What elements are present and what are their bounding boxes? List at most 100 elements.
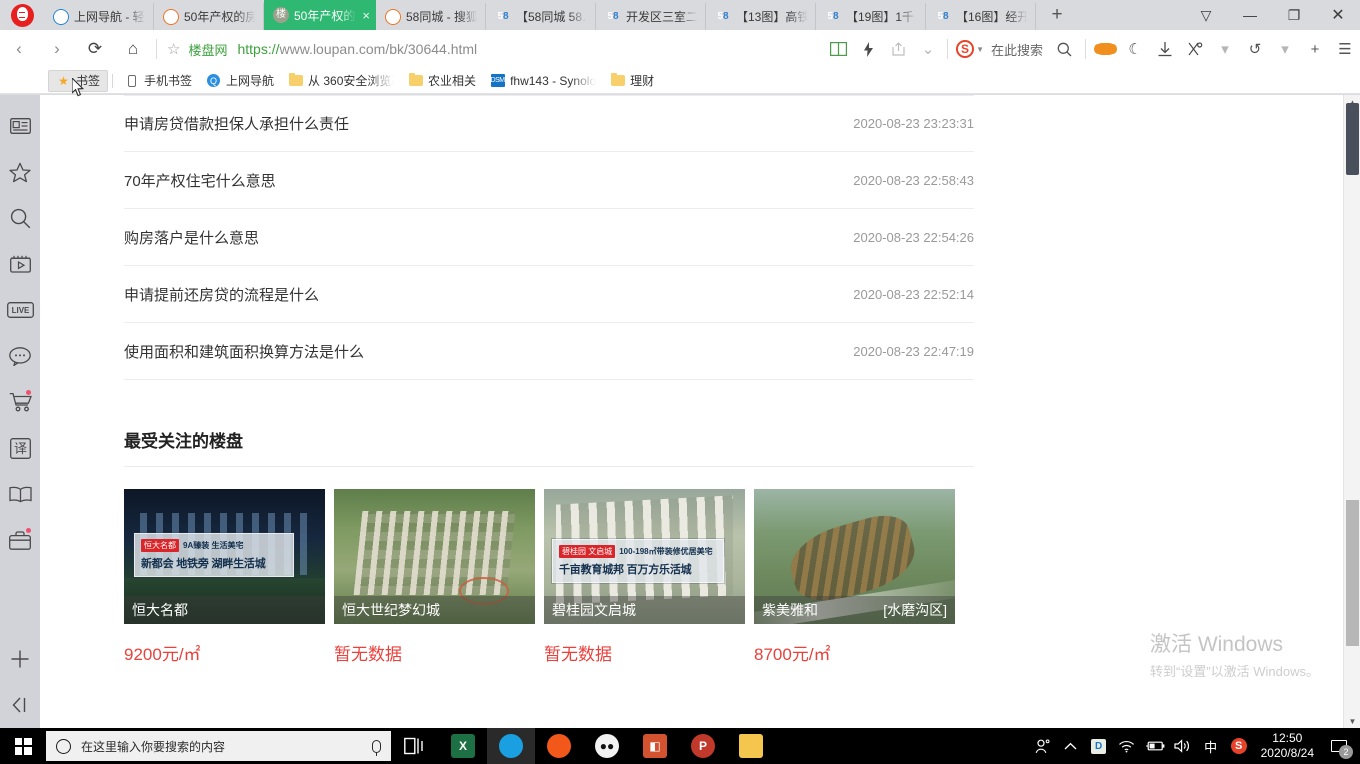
- vertical-scrollbar[interactable]: ▲ ▼: [1343, 95, 1360, 728]
- live-icon[interactable]: LIVE: [0, 287, 40, 333]
- wifi-icon[interactable]: [1113, 728, 1141, 764]
- share-icon[interactable]: [883, 30, 913, 68]
- property-image[interactable]: 碧桂园 文启城 100-198㎡带装修优居美宅 千亩教育城邦 百万方乐活城 碧桂…: [544, 489, 745, 624]
- task-view-icon[interactable]: [391, 728, 439, 764]
- dingtalk-icon[interactable]: D: [1085, 728, 1113, 764]
- search-input[interactable]: 在此搜索: [991, 40, 1043, 59]
- taskbar-app-excel[interactable]: X: [439, 728, 487, 764]
- list-item[interactable]: 使用面积和建筑面积换算方法是什么 2020-08-23 22:47:19: [124, 323, 974, 380]
- chevron-down-icon[interactable]: ⌄: [913, 30, 943, 68]
- scrollbar-thumb[interactable]: [1346, 103, 1359, 175]
- browser-tab-4[interactable]: S 58同城 - 搜狐: [376, 3, 486, 30]
- briefcase-icon[interactable]: [0, 517, 40, 563]
- taskbar-search-box[interactable]: 在这里输入你要搜索的内容: [46, 731, 391, 761]
- taskbar-app-file-explorer[interactable]: [727, 728, 775, 764]
- article-title[interactable]: 申请房贷借款担保人承担什么责任: [124, 113, 349, 134]
- bookmark-manager-button[interactable]: ★ 书签: [48, 69, 109, 92]
- forward-icon[interactable]: ›: [38, 30, 76, 68]
- gamepad-icon[interactable]: [1090, 30, 1120, 68]
- sogou-search-icon[interactable]: S: [956, 40, 975, 58]
- scroll-down-icon[interactable]: ▼: [1344, 714, 1360, 728]
- bookmark-star-icon[interactable]: ☆: [167, 40, 180, 58]
- add-tool-icon[interactable]: +: [1300, 30, 1330, 68]
- close-tab-icon[interactable]: ×: [362, 8, 370, 23]
- taskbar-app-thunder[interactable]: [535, 728, 583, 764]
- news-icon[interactable]: [0, 103, 40, 149]
- search-engine-chevron-icon[interactable]: ▼: [976, 45, 984, 54]
- menu-icon[interactable]: ☰: [1330, 30, 1360, 68]
- list-item[interactable]: 购房落户是什么意思 2020-08-23 22:54:26: [124, 209, 974, 266]
- rabbit-logo-icon[interactable]: [0, 0, 44, 30]
- search-box[interactable]: S ▼ 在此搜索: [952, 30, 1047, 68]
- chat-icon[interactable]: [0, 333, 40, 379]
- property-image[interactable]: 恒大世纪梦幻城: [334, 489, 535, 624]
- video-icon[interactable]: [0, 241, 40, 287]
- property-card-4[interactable]: 紫美雅和 [水磨沟区] 8700元/㎡: [754, 489, 955, 665]
- new-tab-button[interactable]: +: [1036, 0, 1078, 30]
- show-hidden-icons-icon[interactable]: [1057, 728, 1085, 764]
- browser-tab-6[interactable]: 58 开发区三室二: [596, 3, 706, 30]
- volume-icon[interactable]: [1169, 728, 1197, 764]
- browser-tab-1[interactable]: e 上网导航 - 轻: [44, 3, 154, 30]
- favorites-star-icon[interactable]: [0, 149, 40, 195]
- taskbar-clock[interactable]: 12:50 2020/8/24: [1253, 731, 1322, 761]
- reload-icon[interactable]: ⟳: [76, 30, 114, 68]
- capture-scissors-icon[interactable]: [1180, 30, 1210, 68]
- browser-tab-7[interactable]: 58 【13图】高铁: [706, 3, 816, 30]
- notification-center-button[interactable]: 2: [1322, 728, 1356, 764]
- bookmark-folder-360[interactable]: 从 360安全浏览器: [281, 70, 401, 92]
- skin-icon[interactable]: ▽: [1184, 0, 1228, 30]
- taskbar-app-potplayer[interactable]: ●●: [583, 728, 631, 764]
- people-icon[interactable]: [1029, 728, 1057, 764]
- minimize-button[interactable]: —: [1228, 0, 1272, 30]
- taskbar-app-powerpoint[interactable]: P: [679, 728, 727, 764]
- maximize-button[interactable]: ❐: [1272, 0, 1316, 30]
- bookmark-item-nav[interactable]: Q 上网导航: [199, 70, 281, 92]
- search-icon[interactable]: [1047, 30, 1081, 68]
- microphone-icon[interactable]: [372, 739, 381, 756]
- property-image[interactable]: 恒大名都 9A臻装 生活美宅 新都会 地铁旁 湖畔生活城 恒大名都: [124, 489, 325, 624]
- back-icon[interactable]: ‹: [0, 30, 38, 68]
- property-card-2[interactable]: 恒大世纪梦幻城 暂无数据: [334, 489, 535, 665]
- bookmark-folder-agriculture[interactable]: 农业相关: [401, 70, 483, 92]
- lightning-icon[interactable]: [853, 30, 883, 68]
- address-bar[interactable]: ☆ 楼盘网 https://www.loupan.com/bk/30644.ht…: [161, 30, 823, 68]
- article-title[interactable]: 申请提前还房贷的流程是什么: [124, 284, 319, 305]
- scrollbar-inner-thumb[interactable]: [1346, 500, 1359, 646]
- taskbar-app-sogou-browser[interactable]: [487, 728, 535, 764]
- start-button[interactable]: [0, 728, 46, 764]
- bookmark-item-phone[interactable]: 手机书签: [117, 70, 199, 92]
- browser-tab-2[interactable]: S 50年产权的房: [154, 3, 264, 30]
- history-chevron-icon[interactable]: ▾: [1270, 30, 1300, 68]
- bookmark-folder-finance[interactable]: 理财: [603, 70, 661, 92]
- search-input[interactable]: 在这里输入你要搜索的内容: [81, 738, 372, 755]
- list-item[interactable]: 申请房贷借款担保人承担什么责任 2020-08-23 23:23:31: [124, 95, 974, 152]
- browser-tab-5[interactable]: 58 【58同城 58…: [486, 3, 596, 30]
- property-card-3[interactable]: 碧桂园 文启城 100-198㎡带装修优居美宅 千亩教育城邦 百万方乐活城 碧桂…: [544, 489, 745, 665]
- bookmark-item-synology[interactable]: DSM fhw143 - Synology: [483, 70, 603, 92]
- search-icon[interactable]: [0, 195, 40, 241]
- collapse-rail-icon[interactable]: [0, 682, 40, 728]
- night-mode-icon[interactable]: ☾: [1120, 30, 1150, 68]
- ime-icon[interactable]: 中: [1197, 728, 1225, 764]
- property-card-1[interactable]: 恒大名都 9A臻装 生活美宅 新都会 地铁旁 湖畔生活城 恒大名都 9200元/…: [124, 489, 325, 665]
- reader-mode-icon[interactable]: [823, 30, 853, 68]
- battery-icon[interactable]: [1141, 728, 1169, 764]
- capture-chevron-icon[interactable]: ▾: [1210, 30, 1240, 68]
- list-item[interactable]: 申请提前还房贷的流程是什么 2020-08-23 22:52:14: [124, 266, 974, 323]
- article-title[interactable]: 70年产权住宅什么意思: [124, 170, 276, 191]
- article-title[interactable]: 使用面积和建筑面积换算方法是什么: [124, 341, 364, 362]
- home-icon[interactable]: ⌂: [114, 30, 152, 68]
- close-window-button[interactable]: ✕: [1316, 0, 1360, 30]
- browser-tab-9[interactable]: 58 【16图】经开: [926, 3, 1036, 30]
- browser-tab-3-active[interactable]: 楼 50年产权的房 ×: [264, 0, 376, 30]
- translate-icon[interactable]: 译: [0, 425, 40, 471]
- shopping-cart-icon[interactable]: [0, 379, 40, 425]
- list-item[interactable]: 70年产权住宅什么意思 2020-08-23 22:58:43: [124, 152, 974, 209]
- reading-icon[interactable]: [0, 471, 40, 517]
- history-undo-icon[interactable]: ↺: [1240, 30, 1270, 68]
- article-title[interactable]: 购房落户是什么意思: [124, 227, 259, 248]
- download-icon[interactable]: [1150, 30, 1180, 68]
- browser-tab-8[interactable]: 58 【19图】1千: [816, 3, 926, 30]
- sogou-input-icon[interactable]: S: [1225, 728, 1253, 764]
